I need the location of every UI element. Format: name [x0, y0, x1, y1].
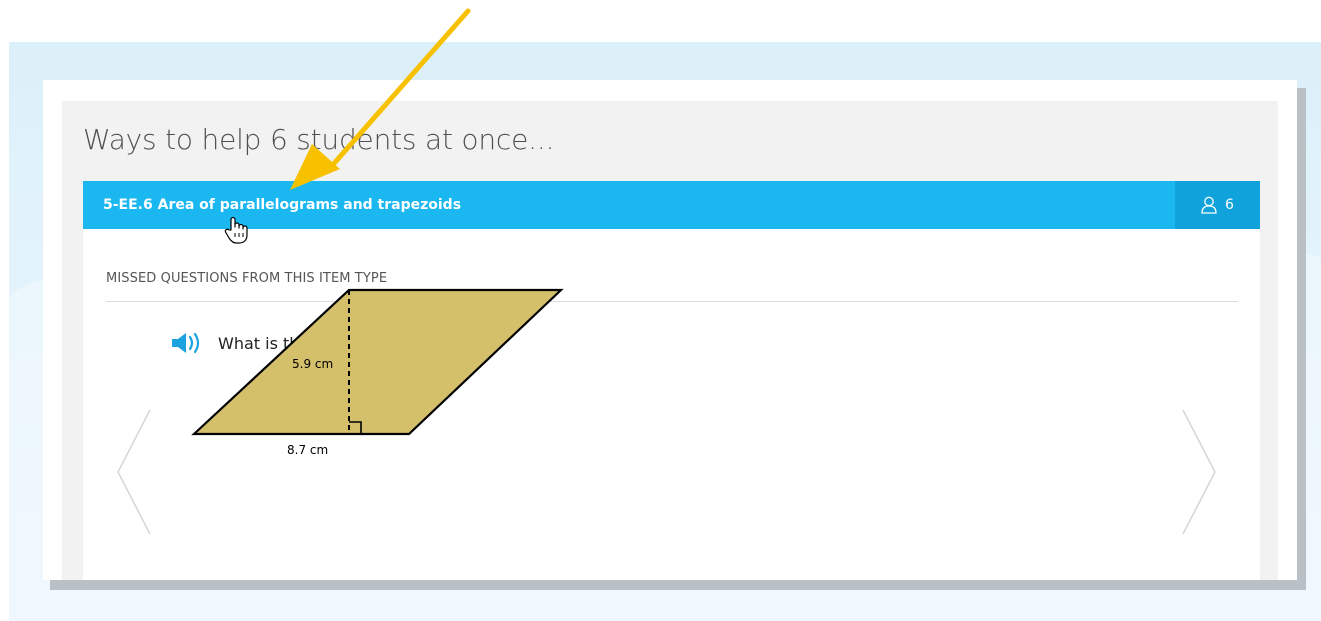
- parallelogram-figure: 5.9 cm 8.7 cm: [191, 288, 564, 457]
- skill-name-link[interactable]: 5-EE.6 Area of parallelograms and trapez…: [103, 181, 461, 229]
- chevron-left-icon[interactable]: [114, 408, 154, 536]
- help-panel: Ways to help 6 students at once... 5-EE.…: [62, 101, 1278, 580]
- screenshot-card: Ways to help 6 students at once... 5-EE.…: [43, 80, 1297, 580]
- height-label: 5.9 cm: [292, 357, 333, 371]
- missed-questions-section: MISSED QUESTIONS FROM THIS ITEM TYPE Wha…: [83, 229, 1260, 580]
- panel-title: Ways to help 6 students at once...: [83, 123, 555, 156]
- base-label: 8.7 cm: [287, 443, 328, 457]
- skill-header-bar[interactable]: 5-EE.6 Area of parallelograms and trapez…: [83, 181, 1260, 229]
- chevron-right-icon[interactable]: [1179, 408, 1219, 536]
- parallelogram-shape: [191, 288, 564, 436]
- person-icon: [1201, 196, 1217, 214]
- hand-cursor-icon: [224, 216, 248, 244]
- student-count-badge[interactable]: 6: [1175, 181, 1260, 229]
- student-count: 6: [1225, 197, 1234, 213]
